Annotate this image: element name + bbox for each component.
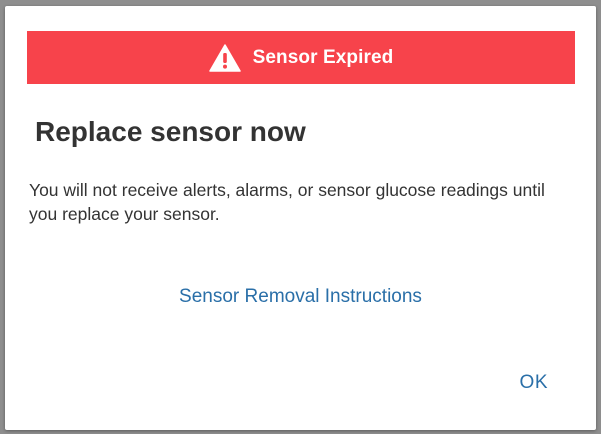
alert-banner: Sensor Expired: [27, 31, 575, 84]
dialog-message: You will not receive alerts, alarms, or …: [29, 180, 545, 224]
sensor-removal-instructions-link[interactable]: Sensor Removal Instructions: [5, 286, 596, 308]
ok-button[interactable]: OK: [520, 372, 548, 394]
warning-triangle-icon: [208, 43, 241, 72]
sensor-expired-dialog: Sensor Expired Replace sensor now You wi…: [5, 6, 596, 430]
dialog-title: Replace sensor now: [35, 116, 306, 147]
banner-title: Sensor Expired: [252, 46, 394, 68]
